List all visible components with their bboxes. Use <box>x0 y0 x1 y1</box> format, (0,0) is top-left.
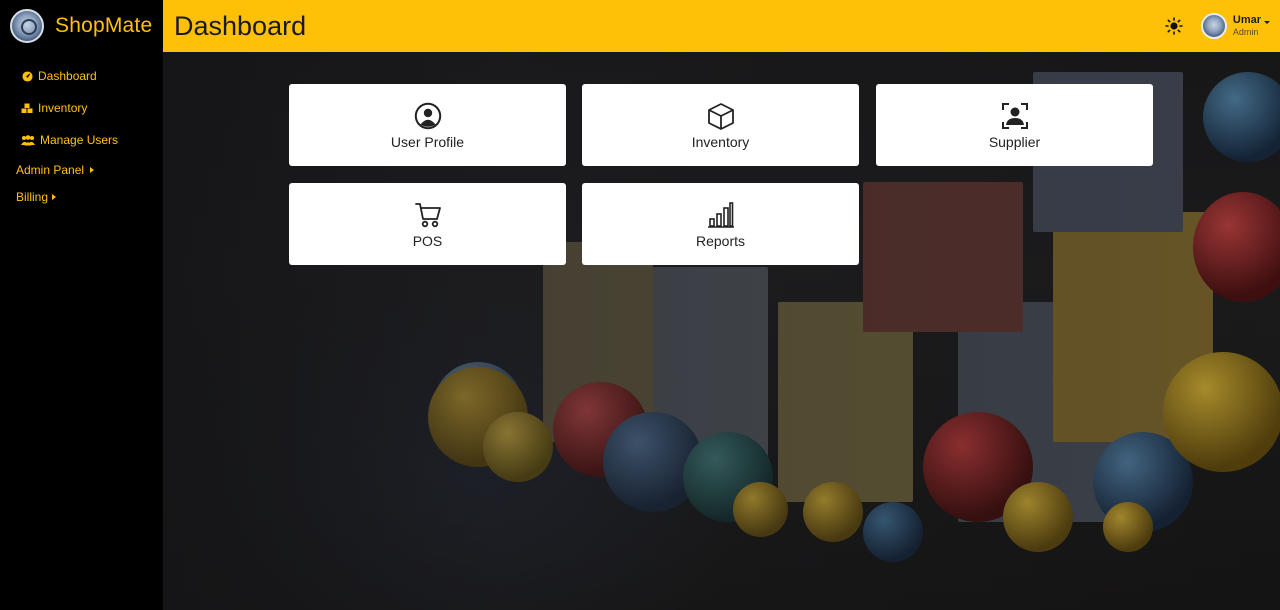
sidebar-item-label: Dashboard <box>38 69 97 83</box>
card-pos[interactable]: POS <box>289 183 566 265</box>
cart-icon <box>413 201 443 229</box>
caret-right-icon <box>52 193 57 200</box>
card-label: Inventory <box>691 134 750 150</box>
card-label: Reports <box>695 233 746 249</box>
avatar[interactable] <box>1200 13 1227 39</box>
sun-icon[interactable] <box>1163 15 1185 37</box>
gauge-icon <box>21 70 33 82</box>
sidebar: ShopMate Dashboard Inventory Manage User… <box>0 0 163 610</box>
top-header: Dashboard Umar Admin <box>163 0 1280 52</box>
brand[interactable]: ShopMate <box>0 0 163 52</box>
card-supplier[interactable]: Supplier <box>876 84 1153 166</box>
sidebar-group-label: Admin Panel <box>16 162 85 177</box>
sidebar-item-inventory[interactable]: Inventory <box>0 92 163 124</box>
sidebar-item-label: Inventory <box>38 101 88 115</box>
sidebar-group-billing[interactable]: Billing <box>0 183 163 210</box>
sidebar-group-admin-panel[interactable]: Admin Panel <box>0 156 163 183</box>
user-role: Admin <box>1232 27 1259 37</box>
chevron-down-icon[interactable] <box>1264 20 1270 24</box>
sidebar-item-dashboard[interactable]: Dashboard <box>0 60 163 92</box>
header-actions: Umar Admin <box>1163 0 1270 52</box>
app-name: ShopMate <box>55 14 153 37</box>
sidebar-group-label: Billing <box>16 189 49 204</box>
card-inventory[interactable]: Inventory <box>582 84 859 166</box>
card-label: Supplier <box>988 134 1041 150</box>
person-bounding-icon <box>1000 102 1030 130</box>
card-label: User Profile <box>390 134 465 150</box>
page-title: Dashboard <box>174 10 307 41</box>
main-content: User Profile Inventory Supplier POS Repo… <box>163 52 1280 610</box>
boxes-icon <box>21 102 33 114</box>
user-name: Umar <box>1232 14 1261 26</box>
sidebar-nav: Dashboard Inventory Manage Users Admin P… <box>0 60 163 210</box>
caret-right-icon <box>90 166 95 173</box>
sidebar-item-manage-users[interactable]: Manage Users <box>0 124 163 156</box>
logo-icon <box>10 9 44 43</box>
card-user-profile[interactable]: User Profile <box>289 84 566 166</box>
bar-chart-icon <box>706 201 736 229</box>
users-icon <box>21 134 35 146</box>
user-menu[interactable]: Umar Admin <box>1233 15 1261 37</box>
sidebar-item-label: Manage Users <box>40 133 119 147</box>
card-label: POS <box>412 233 443 249</box>
box-icon <box>706 102 736 130</box>
card-reports[interactable]: Reports <box>582 183 859 265</box>
user-circle-icon <box>413 102 443 130</box>
